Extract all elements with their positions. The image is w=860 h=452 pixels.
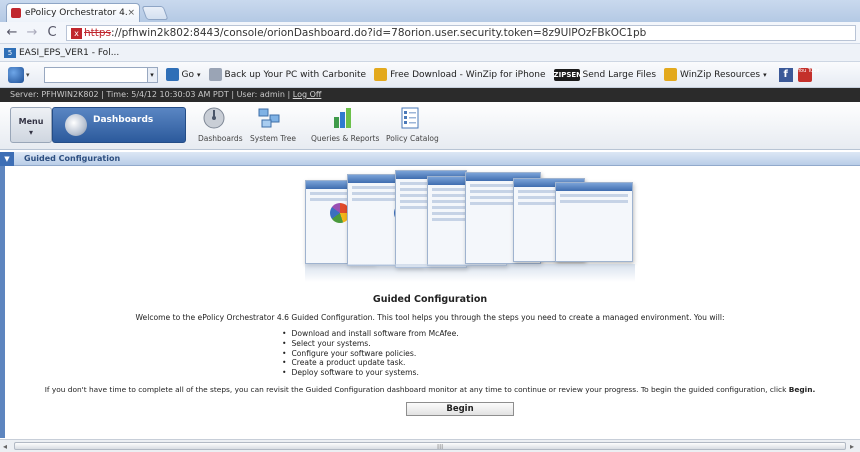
dashboards-nav-icon[interactable] xyxy=(203,107,225,129)
bookmark-link[interactable]: EASI_EPS_VER1 - Fol... xyxy=(19,48,119,58)
browser-tab-strip: ePolicy Orchestrator 4.6.1 (Bu × xyxy=(0,0,860,22)
server-info-bar: Server: PFHWIN2K802 | Time: 5/4/12 10:30… xyxy=(0,88,860,102)
list-item: Select your systems. xyxy=(282,339,459,349)
go-label: Go xyxy=(181,69,194,80)
guided-config-intro: Welcome to the ePolicy Orchestrator 4.6 … xyxy=(135,313,725,322)
reload-icon[interactable]: C xyxy=(44,25,60,41)
guided-config-heading: Guided Configuration xyxy=(372,294,488,305)
list-item: Configure your software policies. xyxy=(282,349,459,359)
list-item: Create a product update task. xyxy=(282,358,459,368)
steps-list: Download and install software from McAfe… xyxy=(282,329,459,378)
collapse-toggle-icon[interactable]: ▼ xyxy=(0,151,14,166)
scrollbar-grip-icon: III xyxy=(437,443,444,451)
guided-config-footer: If you don't have time to complete all o… xyxy=(0,385,860,394)
dashboards-tile-label: Dashboards xyxy=(93,115,154,125)
go-arrow-icon xyxy=(165,68,179,81)
scroll-left-icon[interactable]: ◂ xyxy=(3,442,7,451)
browser-tab[interactable]: ePolicy Orchestrator 4.6.1 (Bu × xyxy=(6,3,140,22)
toolbar-go-button[interactable]: Go ▾ xyxy=(165,68,201,81)
toolbar-link-carbonite[interactable]: Back up Your PC with Carbonite xyxy=(208,68,367,81)
illustration-reflection xyxy=(305,264,635,282)
toolbar-link-winzip-iphone[interactable]: Free Download - WinZip for iPhone xyxy=(374,68,546,81)
guided-config-panel-header: ▼ Guided Configuration xyxy=(0,151,860,166)
list-item: Deploy software to your systems. xyxy=(282,368,459,378)
url-scheme: https xyxy=(84,27,112,39)
dashboard-disc-icon xyxy=(65,114,87,136)
scroll-right-icon[interactable]: ▸ xyxy=(850,442,854,451)
footer-text: If you don't have time to complete all o… xyxy=(44,385,789,394)
ssl-warning-icon: x xyxy=(71,27,82,39)
dashboards-menu-tile[interactable]: Dashboards xyxy=(52,107,186,143)
toolbar-logo-icon[interactable] xyxy=(8,66,24,83)
carbonite-icon xyxy=(208,68,222,81)
close-tab-icon[interactable]: × xyxy=(127,8,135,18)
begin-button[interactable]: Begin xyxy=(406,402,514,416)
zipsend-icon: ZIPSEND xyxy=(553,68,588,81)
toolbar-search-input[interactable] xyxy=(43,66,148,83)
log-off-link[interactable]: Log Off xyxy=(293,90,322,99)
policy-catalog-icon[interactable] xyxy=(399,107,421,129)
winzip-iphone-label: Free Download - WinZip for iPhone xyxy=(390,69,546,80)
browser-navbar: ← → C x https ://pfhwin2k802:8443/consol… xyxy=(0,22,860,44)
address-bar[interactable]: x https ://pfhwin2k802:8443/console/orio… xyxy=(66,25,856,41)
bookmarks-bar: 5 EASI_EPS_VER1 - Fol... xyxy=(0,44,860,62)
carbonite-label: Back up Your PC with Carbonite xyxy=(224,69,367,80)
guided-config-illustration xyxy=(305,168,635,284)
scrollbar-thumb[interactable]: III xyxy=(14,442,846,451)
toolbar-link-send-large-files[interactable]: ZIPSEND Send Large Files xyxy=(553,68,657,81)
queries-reports-icon[interactable] xyxy=(332,107,354,129)
new-tab-button[interactable] xyxy=(141,6,169,20)
tab-title: ePolicy Orchestrator 4.6.1 (Bu xyxy=(25,8,128,18)
url-text: ://pfhwin2k802:8443/console/orionDashboa… xyxy=(111,27,647,39)
youtube-icon[interactable]: You Tube xyxy=(797,67,820,82)
back-arrow-icon[interactable]: ← xyxy=(4,25,20,41)
facebook-icon[interactable]: f xyxy=(778,67,793,82)
menu-button[interactable]: Menu ▾ xyxy=(10,107,52,143)
toolbar-link-winzip-resources[interactable]: WinZip Resources ▾ xyxy=(664,68,767,81)
system-tree-icon[interactable] xyxy=(258,107,280,129)
nav-item-dashboards[interactable]: Dashboards xyxy=(198,134,243,143)
mcafee-favicon-icon xyxy=(11,8,21,18)
send-large-files-label: Send Large Files xyxy=(582,69,657,80)
nav-item-policy-catalog[interactable]: Policy Catalog xyxy=(386,134,439,143)
forward-arrow-icon[interactable]: → xyxy=(24,25,40,41)
winzip-toolbar: ▾ ▾ Go ▾ Back up Your PC with Carbonite … xyxy=(0,62,860,88)
illustration-window xyxy=(555,182,633,262)
horizontal-scrollbar[interactable]: ◂ III ▸ xyxy=(0,439,860,452)
list-item: Download and install software from McAfe… xyxy=(282,329,458,339)
nav-item-queries-reports[interactable]: Queries & Reports xyxy=(311,134,379,143)
winzip-resources-icon xyxy=(664,68,678,81)
panel-title: Guided Configuration xyxy=(24,154,121,163)
server-info-text: Server: PFHWIN2K802 | Time: 5/4/12 10:30… xyxy=(10,90,293,99)
menu-caret-icon: ▾ xyxy=(28,128,33,137)
bookmark-favicon-icon: 5 xyxy=(4,47,16,58)
nav-item-system-tree[interactable]: System Tree xyxy=(250,134,296,143)
winzip-icon xyxy=(374,68,388,81)
footer-begin-emphasis: Begin. xyxy=(788,385,816,394)
menu-label: Menu xyxy=(18,117,44,126)
toolbar-logo-dropdown-icon[interactable]: ▾ xyxy=(26,71,30,79)
toolbar-search-dropdown-icon[interactable]: ▾ xyxy=(147,66,158,83)
winzip-resources-label: WinZip Resources xyxy=(680,69,761,80)
